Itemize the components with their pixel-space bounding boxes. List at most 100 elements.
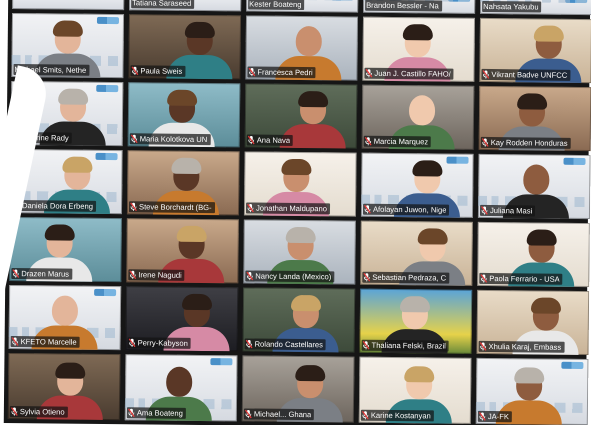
participant-name: Nahsata Yakubu <box>483 1 539 12</box>
participant-name: Kay Rodden Honduras <box>490 138 568 148</box>
participant-name: Kester Boateng <box>249 0 302 10</box>
participant-tile[interactable]: Juliana Masi <box>477 153 591 220</box>
muted-mic-icon <box>364 204 371 214</box>
participant-name: Maria Kolotkova UN <box>139 134 208 145</box>
participant-tile[interactable]: Steve Borchardt (BG- <box>126 150 240 216</box>
participant-tile[interactable]: Vikrant Badve UNFCC <box>479 17 591 84</box>
participant-tile[interactable]: JA-FK <box>475 357 589 425</box>
muted-mic-icon <box>482 70 490 79</box>
participant-name: Michael... Ghana <box>253 409 312 420</box>
participant-nameplate: Irene Nagudi <box>128 269 185 281</box>
participant-name: KFETO Marcelle <box>20 337 77 347</box>
muted-mic-icon <box>363 272 371 282</box>
participant-name: Ama Boateng <box>136 408 183 418</box>
participant-nameplate: Sebastian Pedraza, C <box>362 271 450 284</box>
participant-tile[interactable]: Afolayan Juwon, Nige <box>360 152 474 218</box>
participant-tile[interactable]: Karine Kostanyan <box>358 356 472 424</box>
participant-tile[interactable]: Paula Sweis <box>128 14 242 80</box>
muted-mic-icon <box>244 409 252 419</box>
muted-mic-icon <box>478 412 486 421</box>
muted-mic-icon <box>481 206 488 215</box>
participant-tile[interactable]: Drazen Marus <box>9 216 122 283</box>
participant-nameplate: Maria Kolotkova UN <box>129 133 211 146</box>
participant-nameplate: Xhulia Karaj, Embass <box>478 340 565 353</box>
participant-name: Steve Borchardt (BG- <box>138 202 212 213</box>
participant-nameplate: Jonathan Maldupano <box>245 202 331 215</box>
participant-tile[interactable]: Perry-Kabyson <box>125 286 239 352</box>
muted-mic-icon <box>12 269 20 278</box>
participant-tile[interactable]: Tatiana Saraseed <box>129 0 242 12</box>
participant-tile[interactable]: Irene Nagudi <box>126 218 239 284</box>
participant-tile[interactable]: Xhulia Karaj, Embass <box>476 289 590 356</box>
participant-nameplate: Ama Boateng <box>126 407 186 419</box>
muted-mic-icon <box>247 135 255 145</box>
muted-mic-icon <box>131 66 139 76</box>
participant-nameplate: Francesca Pedri <box>247 66 316 79</box>
participant-name: JA-FK <box>487 412 510 422</box>
participant-name: Paula Sweis <box>140 66 183 76</box>
participant-nameplate: Kay Rodden Honduras <box>480 136 571 149</box>
participant-tile[interactable]: Thaliana Felski, Brazil <box>359 288 473 354</box>
participant-tile[interactable]: Kay Rodden Honduras <box>478 85 591 152</box>
participant-tile[interactable]: Jonathan Maldupano <box>243 151 357 217</box>
participant-name: Ana Nava <box>256 135 291 145</box>
participant-tile[interactable]: KFETO Marcelle <box>8 284 122 351</box>
participant-name: Afolayan Juwon, Nige <box>372 204 447 215</box>
participant-tile[interactable]: Juan J. Castillo FAHO/ <box>362 16 476 82</box>
muted-mic-icon <box>365 68 373 78</box>
participant-name: Jonathan Maldupano <box>255 203 327 214</box>
muted-mic-icon <box>10 407 18 416</box>
participant-tile[interactable]: Kester Boateng <box>246 0 359 13</box>
participant-tile[interactable]: Francesca Pedri <box>245 15 359 81</box>
muted-mic-icon <box>129 270 137 280</box>
participant-name: Marcia Marquez <box>373 136 429 147</box>
participant-nameplate: Nancy Landa (Mexico) <box>245 270 335 283</box>
muted-mic-icon <box>247 203 254 213</box>
muted-mic-icon <box>362 340 370 350</box>
unfccc-logo-icon <box>561 361 584 370</box>
participant-tile[interactable]: Paola Ferrario - USA <box>477 221 590 288</box>
participant-name: Brandon Bessler - Na <box>366 0 439 11</box>
muted-mic-icon <box>130 134 138 144</box>
participant-name: Sebastian Pedraza, C <box>372 272 447 283</box>
participant-tile[interactable]: Nahsata Yakubu <box>480 0 591 16</box>
participant-nameplate: Ana Nava <box>246 134 294 146</box>
conference-window: Tatiana Saraseed Kester Boateng Brandon Be… <box>0 0 591 425</box>
participant-nameplate: Juan J. Castillo FAHO/ <box>364 67 454 80</box>
participant-tile[interactable] <box>12 0 125 11</box>
participant-tile[interactable]: Sylvia Otieno <box>7 352 121 421</box>
participant-tile[interactable]: Ana Nava <box>244 83 358 149</box>
participant-nameplate: Marcia Marquez <box>363 135 432 148</box>
muted-mic-icon <box>245 339 253 349</box>
participant-tile[interactable]: Rolando Castellares <box>242 287 356 353</box>
participant-nameplate: Kester Boateng <box>248 0 305 11</box>
participant-name: Nancy Landa (Mexico) <box>255 271 332 282</box>
participant-tile[interactable]: Michael... Ghana <box>241 355 355 423</box>
participant-nameplate: Paola Ferrario - USA <box>479 272 563 285</box>
participant-name: Juliana Masi <box>489 206 533 216</box>
participant-nameplate: Brandon Bessler - Na <box>365 0 442 12</box>
participant-tile[interactable]: Ama Boateng <box>124 354 238 422</box>
gallery-view: Tatiana Saraseed Kester Boateng Brandon Be… <box>3 0 591 425</box>
participant-tile[interactable]: Nancy Landa (Mexico) <box>243 219 356 285</box>
participant-nameplate: Sylvia Otieno <box>9 406 68 418</box>
participant-tile[interactable]: Sebastian Pedraza, C <box>360 220 473 286</box>
participant-nameplate: Vikrant Badve UNFCC <box>481 68 571 81</box>
participant-nameplate: Steve Borchardt (BG- <box>128 201 215 214</box>
participant-tile[interactable]: Brandon Bessler - Na <box>363 0 476 14</box>
participant-name: Thaliana Felski, Brazil <box>371 340 446 351</box>
muted-mic-icon <box>481 138 489 147</box>
participant-name: Francesca Pedri <box>257 67 313 78</box>
participant-name: Karine Kostanyan <box>370 410 431 421</box>
participant-nameplate: Daniela Dora Erbeng <box>11 200 97 212</box>
participant-nameplate: Afolayan Juwon, Nige <box>362 203 450 216</box>
participant-nameplate: Paula Sweis <box>130 65 186 77</box>
participant-name: Irene Nagudi <box>138 270 182 280</box>
participant-name: Juan J. Castillo FAHO/ <box>374 68 451 79</box>
participant-tile[interactable]: Maria Kolotkova UN <box>127 82 241 148</box>
participant-name: Vikrant Badve UNFCC <box>491 70 568 80</box>
participant-tile[interactable]: Marcia Marquez <box>361 84 475 150</box>
participant-name: Tatiana Saraseed <box>132 0 192 8</box>
participant-nameplate: Karine Kostanyan <box>360 409 434 422</box>
participant-nameplate: Tatiana Saraseed <box>131 0 195 9</box>
